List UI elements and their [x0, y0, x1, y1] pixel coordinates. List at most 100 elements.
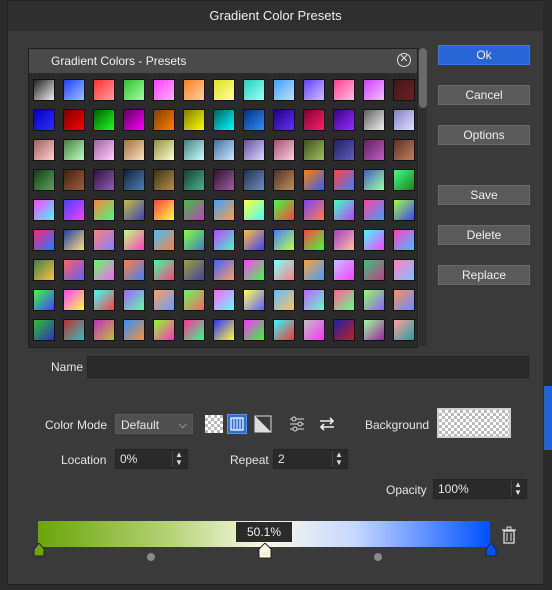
trash-icon[interactable]	[501, 526, 517, 544]
gradient-preset-swatch[interactable]	[213, 259, 235, 281]
gradient-preset-swatch[interactable]	[213, 139, 235, 161]
gradient-preset-swatch[interactable]	[183, 139, 205, 161]
gradient-preset-swatch[interactable]	[33, 199, 55, 221]
gradient-preset-swatch[interactable]	[93, 289, 115, 311]
gradient-preset-swatch[interactable]	[93, 79, 115, 101]
gradient-preset-swatch[interactable]	[33, 109, 55, 131]
linear-mode-icon[interactable]	[227, 414, 247, 434]
gradient-preset-swatch[interactable]	[123, 169, 145, 191]
gradient-preset-swatch[interactable]	[183, 319, 205, 341]
gradient-preset-swatch[interactable]	[303, 319, 325, 341]
gradient-preset-swatch[interactable]	[363, 109, 385, 131]
midpoint-stop[interactable]	[258, 543, 272, 559]
gradient-preset-swatch[interactable]	[333, 79, 355, 101]
gradient-preset-swatch[interactable]	[33, 79, 55, 101]
gradient-preset-swatch[interactable]	[153, 109, 175, 131]
gradient-preset-swatch[interactable]	[273, 79, 295, 101]
gradient-preset-swatch[interactable]	[393, 139, 415, 161]
gradient-preset-swatch[interactable]	[243, 109, 265, 131]
gradient-preset-swatch[interactable]	[303, 259, 325, 281]
gradient-preset-swatch[interactable]	[303, 79, 325, 101]
midpoint-handle-left[interactable]	[147, 553, 155, 561]
gradient-preset-swatch[interactable]	[123, 319, 145, 341]
gradient-preset-swatch[interactable]	[303, 289, 325, 311]
gradient-preset-swatch[interactable]	[243, 199, 265, 221]
gradient-preset-swatch[interactable]	[243, 259, 265, 281]
gradient-preset-swatch[interactable]	[213, 79, 235, 101]
gradient-preset-swatch[interactable]	[123, 199, 145, 221]
gradient-preset-swatch[interactable]	[243, 139, 265, 161]
gradient-preset-swatch[interactable]	[333, 199, 355, 221]
gradient-preset-swatch[interactable]	[363, 229, 385, 251]
gradient-preset-swatch[interactable]	[363, 259, 385, 281]
gradient-preset-swatch[interactable]	[93, 139, 115, 161]
gradient-preset-swatch[interactable]	[393, 289, 415, 311]
gradient-preset-swatch[interactable]	[243, 229, 265, 251]
gradient-preset-swatch[interactable]	[153, 319, 175, 341]
gradient-preset-swatch[interactable]	[213, 319, 235, 341]
gradient-preset-swatch[interactable]	[153, 259, 175, 281]
presets-scrollbar-thumb[interactable]	[419, 48, 427, 108]
gradient-preset-swatch[interactable]	[303, 169, 325, 191]
gradient-preset-swatch[interactable]	[123, 229, 145, 251]
gradient-preset-swatch[interactable]	[393, 199, 415, 221]
gradient-preset-swatch[interactable]	[393, 79, 415, 101]
gradient-preset-swatch[interactable]	[243, 289, 265, 311]
gradient-preset-swatch[interactable]	[333, 229, 355, 251]
location-input[interactable]: 0% ▲ ▼	[115, 449, 188, 469]
gradient-preset-swatch[interactable]	[183, 79, 205, 101]
gradient-preset-swatch[interactable]	[363, 79, 385, 101]
gradient-preset-swatch[interactable]	[363, 139, 385, 161]
gradient-preset-swatch[interactable]	[63, 289, 85, 311]
gradient-preset-swatch[interactable]	[273, 139, 295, 161]
gradient-preset-swatch[interactable]	[93, 259, 115, 281]
gradient-preset-swatch[interactable]	[153, 199, 175, 221]
gradient-preset-swatch[interactable]	[363, 199, 385, 221]
gradient-preset-swatch[interactable]	[303, 199, 325, 221]
opacity-stepper-icon[interactable]: ▲ ▼	[511, 481, 524, 497]
midpoint-handle-right[interactable]	[374, 553, 382, 561]
gradient-preset-swatch[interactable]	[63, 199, 85, 221]
gradient-preset-swatch[interactable]	[33, 139, 55, 161]
end-color-stop[interactable]	[485, 543, 497, 557]
sliders-icon[interactable]	[287, 414, 307, 434]
radial-mode-icon[interactable]	[253, 414, 273, 434]
gradient-preset-swatch[interactable]	[153, 289, 175, 311]
gradient-preset-swatch[interactable]	[333, 139, 355, 161]
gradient-preset-swatch[interactable]	[393, 169, 415, 191]
gradient-preset-swatch[interactable]	[393, 319, 415, 341]
gradient-preset-swatch[interactable]	[393, 109, 415, 131]
options-button[interactable]: Options	[438, 125, 530, 145]
gradient-preset-swatch[interactable]	[33, 259, 55, 281]
gradient-preset-swatch[interactable]	[243, 319, 265, 341]
gradient-preset-swatch[interactable]	[363, 319, 385, 341]
gradient-preset-swatch[interactable]	[213, 199, 235, 221]
gradient-preset-swatch[interactable]	[273, 229, 295, 251]
gradient-preset-swatch[interactable]	[393, 259, 415, 281]
gradient-preset-swatch[interactable]	[303, 109, 325, 131]
swap-direction-icon[interactable]	[317, 414, 337, 434]
gradient-preset-swatch[interactable]	[153, 229, 175, 251]
gradient-preset-swatch[interactable]	[183, 109, 205, 131]
gradient-preset-swatch[interactable]	[93, 229, 115, 251]
gradient-preset-swatch[interactable]	[183, 289, 205, 311]
gradient-preset-swatch[interactable]	[63, 109, 85, 131]
gradient-preset-swatch[interactable]	[63, 229, 85, 251]
gradient-preset-swatch[interactable]	[63, 259, 85, 281]
gradient-preset-swatch[interactable]	[213, 169, 235, 191]
gradient-preset-swatch[interactable]	[333, 169, 355, 191]
gradient-preset-swatch[interactable]	[273, 259, 295, 281]
gradient-preset-swatch[interactable]	[93, 169, 115, 191]
color-mode-select[interactable]: Default ⌵	[115, 414, 193, 434]
gradient-preset-swatch[interactable]	[273, 319, 295, 341]
gradient-preset-swatch[interactable]	[63, 169, 85, 191]
gradient-preset-swatch[interactable]	[333, 259, 355, 281]
delete-button[interactable]: Delete	[438, 225, 530, 245]
gradient-preset-swatch[interactable]	[153, 79, 175, 101]
gradient-preset-swatch[interactable]	[153, 169, 175, 191]
gradient-preset-swatch[interactable]	[33, 319, 55, 341]
cancel-button[interactable]: Cancel	[438, 85, 530, 105]
repeat-stepper-icon[interactable]: ▲ ▼	[332, 451, 345, 467]
save-button[interactable]: Save	[438, 185, 530, 205]
gradient-preset-swatch[interactable]	[93, 109, 115, 131]
